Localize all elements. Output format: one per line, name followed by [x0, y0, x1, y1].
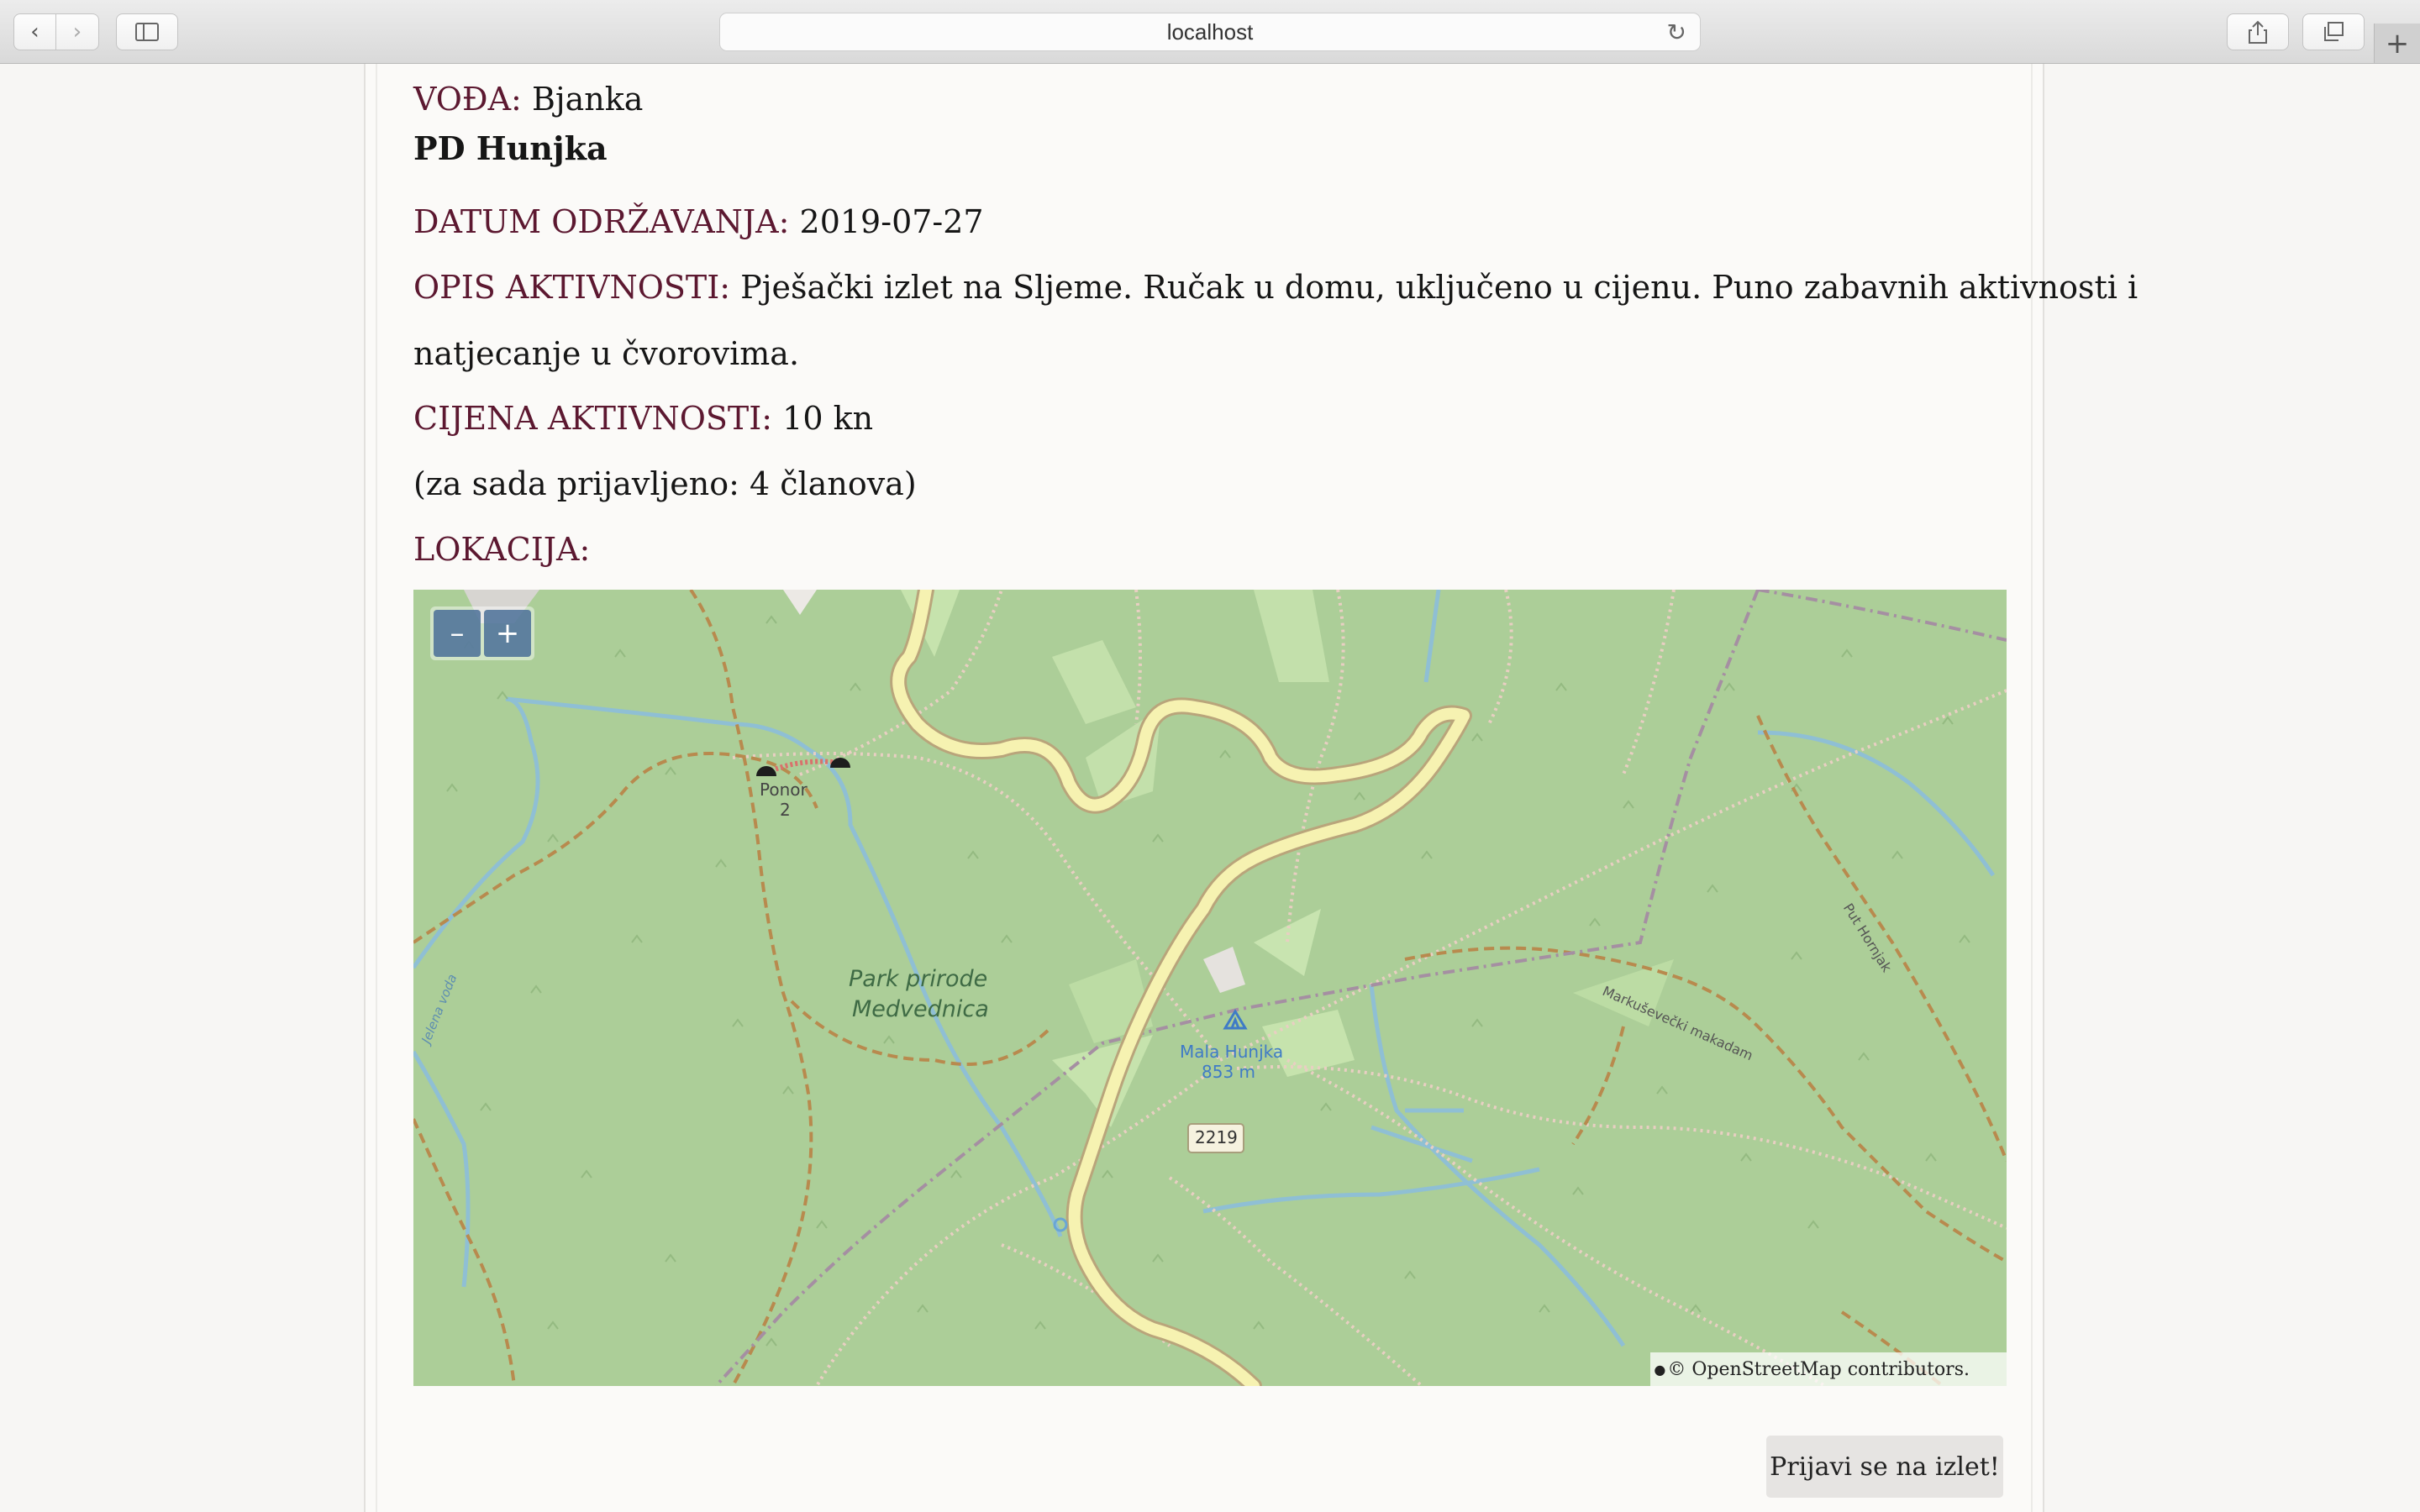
nav-buttons: ‹ ›	[13, 13, 99, 50]
ponor-number-label: 2	[780, 800, 791, 820]
description-text-2: natjecanje u čvorovima.	[413, 335, 800, 372]
reload-icon[interactable]: ↻	[1667, 18, 1686, 46]
tabs-button[interactable]	[2302, 13, 2365, 50]
location-label: LOKACIJA:	[413, 531, 591, 568]
price-row: CIJENA AKTIVNOSTI: 10 kn	[413, 400, 873, 437]
date-value: 2019-07-27	[799, 203, 984, 240]
park-label-2: Medvednica	[852, 996, 989, 1022]
peak-elevation-label: 853 m	[1202, 1062, 1256, 1082]
zoom-out-button[interactable]: –	[434, 610, 481, 657]
address-bar[interactable]: localhost ↻	[719, 13, 1701, 51]
browser-toolbar: ‹ › localhost ↻ +	[0, 0, 2420, 64]
description-label: OPIS AKTIVNOSTI:	[413, 269, 731, 306]
ponor-label: Ponor	[760, 780, 808, 800]
leader-row: VOĐA: Bjanka	[413, 81, 643, 118]
sidebar-button[interactable]	[116, 13, 178, 50]
peak-name-label: Mala Hunjka	[1180, 1042, 1284, 1062]
back-button[interactable]: ‹	[13, 13, 56, 50]
road-number-label: 2219	[1195, 1127, 1238, 1147]
bullet-icon: ●	[1654, 1361, 1666, 1378]
share-icon	[2249, 20, 2267, 44]
location-map[interactable]: Ponor 2 Park prirode Medvednica Mala Hun…	[413, 590, 2007, 1386]
plus-icon: +	[2385, 26, 2410, 60]
share-button[interactable]	[2227, 13, 2289, 50]
sidebar-icon	[135, 23, 159, 41]
chevron-left-icon: ‹	[30, 19, 39, 45]
tabs-icon	[2324, 22, 2344, 41]
forward-button[interactable]: ›	[56, 13, 99, 50]
leader-value: Bjanka	[531, 81, 644, 118]
zoom-controls: – +	[430, 606, 534, 660]
peak-marker-icon	[1223, 1009, 1248, 1030]
price-value: 10 kn	[782, 400, 874, 437]
leader-label: VOĐA:	[413, 81, 522, 118]
forest-pattern	[446, 615, 1970, 1347]
map-tiles	[413, 590, 2007, 1386]
attribution-link[interactable]: © OpenStreetMap contributors.	[1667, 1359, 1970, 1380]
registered-count: (za sada prijavljeno: 4 članova)	[413, 465, 917, 502]
register-button[interactable]: Prijavi se na izlet!	[1766, 1436, 2003, 1498]
price-label: CIJENA AKTIVNOSTI:	[413, 400, 773, 437]
description-text-1: Pješački izlet na Sljeme. Ručak u domu, …	[740, 269, 2139, 306]
chevron-right-icon: ›	[72, 19, 82, 45]
zoom-in-button[interactable]: +	[484, 610, 531, 657]
date-row: DATUM ODRŽAVANJA: 2019-07-27	[413, 203, 984, 240]
club-name: PD Hunjka	[413, 129, 608, 167]
url-text: localhost	[1166, 18, 1254, 45]
new-tab-button[interactable]: +	[2374, 24, 2420, 63]
date-label: DATUM ODRŽAVANJA:	[413, 203, 790, 240]
park-label-1: Park prirode	[849, 966, 988, 992]
map-attribution: ● © OpenStreetMap contributors.	[1650, 1352, 2007, 1386]
description-row: OPIS AKTIVNOSTI: Pješački izlet na Sljem…	[413, 269, 2138, 306]
